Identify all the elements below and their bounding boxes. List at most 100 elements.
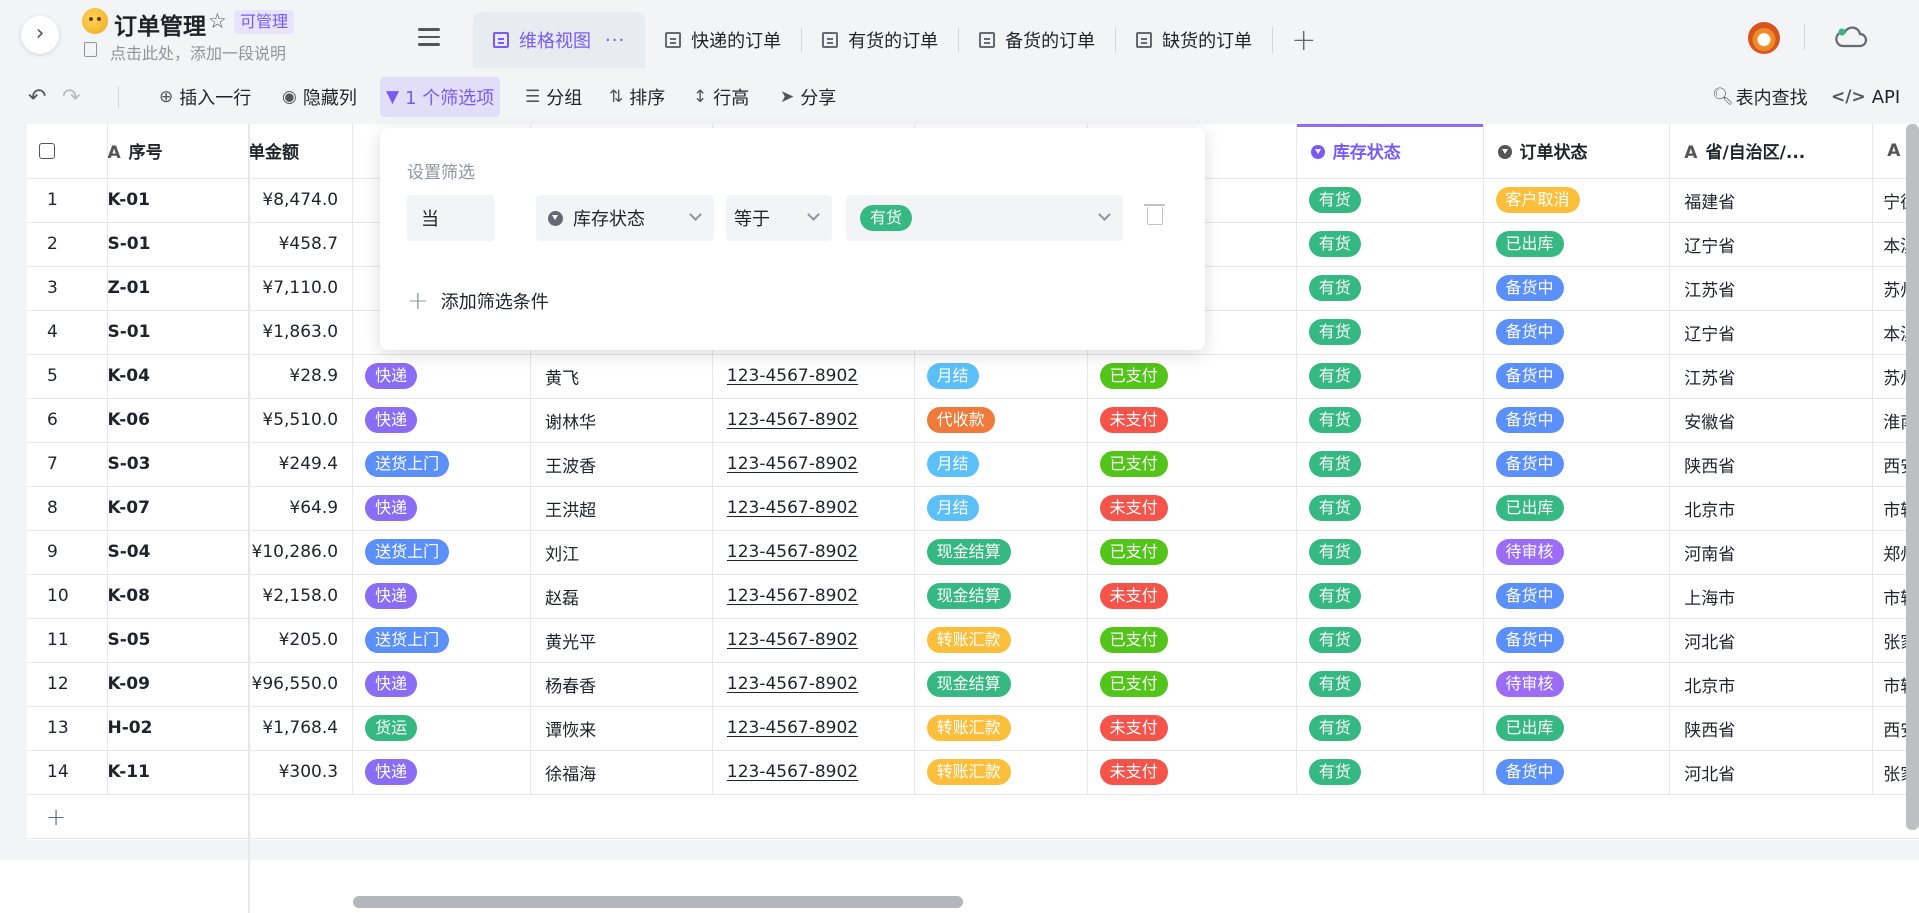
cell-province[interactable]: 江苏省 bbox=[1669, 266, 1874, 311]
cell-amount[interactable]: ¥249.4 bbox=[248, 442, 354, 487]
tab-express-orders[interactable]: 快递的订单 bbox=[645, 12, 801, 68]
table-row[interactable]: 7 S-03 bbox=[27, 442, 249, 487]
cell-province[interactable]: 北京市 bbox=[1669, 662, 1874, 707]
cell-stock[interactable]: 有货 bbox=[1296, 530, 1484, 575]
cell-stock[interactable]: 有货 bbox=[1296, 398, 1484, 443]
cell-ship[interactable]: 送货上门 bbox=[352, 618, 532, 663]
filter-field-select[interactable]: 库存状态 bbox=[536, 195, 714, 241]
cell-amount[interactable]: ¥1,768.4 bbox=[248, 706, 354, 751]
cloud-icon[interactable] bbox=[1834, 26, 1868, 50]
cell-amount[interactable]: ¥96,550.0 bbox=[248, 662, 354, 707]
cell-amount[interactable]: ¥205.0 bbox=[248, 618, 354, 663]
cell-order[interactable]: 已出库 bbox=[1483, 706, 1671, 751]
cell-name[interactable]: 黄飞 bbox=[530, 354, 713, 399]
cell-order[interactable]: 备货中 bbox=[1483, 442, 1671, 487]
cell-stock[interactable]: 有货 bbox=[1296, 178, 1484, 223]
cell-stock[interactable]: 有货 bbox=[1296, 750, 1484, 795]
table-row[interactable]: ¥300.3 快递 徐福海 123-4567-8902 转账汇款 未支付 有货 备货中 河北省张… bbox=[248, 750, 1919, 795]
cell-seq[interactable]: K-01 bbox=[107, 178, 249, 223]
add-filter-condition-button[interactable]: + 添加筛选条件 bbox=[407, 286, 549, 316]
api-button[interactable]: </> API bbox=[1831, 82, 1900, 112]
cell-name[interactable]: 刘江 bbox=[530, 530, 713, 575]
cell-pay[interactable]: 月结 bbox=[914, 354, 1088, 399]
cell-amount[interactable]: ¥458.7 bbox=[248, 222, 354, 267]
cell-name[interactable]: 黄光平 bbox=[530, 618, 713, 663]
tab-outofstock-orders[interactable]: 缺货的订单 bbox=[1116, 12, 1272, 68]
table-row[interactable]: 10 K-08 bbox=[27, 574, 249, 619]
cell-pay[interactable]: 月结 bbox=[914, 486, 1088, 531]
table-row[interactable]: 8 K-07 bbox=[27, 486, 249, 531]
cell-province[interactable]: 安徽省 bbox=[1669, 398, 1874, 443]
cell-seq[interactable]: K-11 bbox=[107, 750, 249, 795]
app-title[interactable]: 订单管理 bbox=[114, 7, 206, 41]
cell-seq[interactable]: S-03 bbox=[107, 442, 249, 487]
table-row[interactable]: ¥1,768.4 货运 谭恢来 123-4567-8902 转账汇款 未支付 有货 已出库 陕西… bbox=[248, 706, 1919, 751]
table-row[interactable]: 4 S-01 bbox=[27, 310, 249, 355]
cell-province[interactable]: 辽宁省 bbox=[1669, 222, 1874, 267]
tab-instock-orders[interactable]: 有货的订单 bbox=[802, 12, 958, 68]
cell-name[interactable]: 谢林华 bbox=[530, 398, 713, 443]
cell-province[interactable]: 河北省 bbox=[1669, 750, 1874, 795]
cell-name[interactable]: 谭恢来 bbox=[530, 706, 713, 751]
sort-button[interactable]: ⇅ 排序 bbox=[609, 82, 665, 112]
add-row-button[interactable]: + bbox=[27, 797, 1919, 839]
cell-paid[interactable]: 未支付 bbox=[1087, 486, 1297, 531]
app-emoji-icon[interactable] bbox=[82, 8, 108, 34]
description-input[interactable]: 点击此处，添加一段说明 bbox=[110, 40, 286, 64]
cell-amount[interactable]: ¥7,110.0 bbox=[248, 266, 354, 311]
cell-amount[interactable]: ¥5,510.0 bbox=[248, 398, 354, 443]
horizontal-scrollbar[interactable] bbox=[353, 896, 963, 908]
cell-pay[interactable]: 转账汇款 bbox=[914, 706, 1088, 751]
tab-grid-view[interactable]: 维格视图 ··· bbox=[473, 12, 646, 68]
cell-name[interactable]: 徐福海 bbox=[530, 750, 713, 795]
menu-icon[interactable] bbox=[418, 28, 440, 51]
cell-paid[interactable]: 已支付 bbox=[1087, 442, 1297, 487]
table-row[interactable]: 11 S-05 bbox=[27, 618, 249, 663]
cell-stock[interactable]: 有货 bbox=[1296, 442, 1484, 487]
column-header-order[interactable]: 订单状态 bbox=[1483, 124, 1671, 179]
cell-order[interactable]: 待审核 bbox=[1483, 530, 1671, 575]
find-in-table-button[interactable]: 🔍︎ 表内查找 bbox=[1712, 82, 1808, 112]
cell-paid[interactable]: 未支付 bbox=[1087, 398, 1297, 443]
cell-name[interactable]: 王波香 bbox=[530, 442, 713, 487]
column-header-stock[interactable]: 库存状态 bbox=[1296, 124, 1484, 179]
delete-condition-icon[interactable] bbox=[1144, 204, 1165, 225]
tab-preparing-orders[interactable]: 备货的订单 bbox=[959, 12, 1115, 68]
cell-seq[interactable]: S-01 bbox=[107, 310, 249, 355]
table-row[interactable]: ¥64.9 快递 王洪超 123-4567-8902 月结 未支付 有货 已出库 北京市 市辖 bbox=[248, 486, 1919, 531]
share-button[interactable]: ➤ 分享 bbox=[780, 82, 836, 112]
cell-seq[interactable]: K-07 bbox=[107, 486, 249, 531]
table-row[interactable]: ¥10,286.0 送货上门 刘江 123-4567-8902 现金结算 已支付 有货 待审核… bbox=[248, 530, 1919, 575]
cell-province[interactable]: 河北省 bbox=[1669, 618, 1874, 663]
cell-ship[interactable]: 快递 bbox=[352, 354, 532, 399]
cell-phone[interactable]: 123-4567-8902 bbox=[712, 750, 915, 795]
cell-ship[interactable]: 快递 bbox=[352, 662, 532, 707]
table-row[interactable]: 1 K-01 bbox=[27, 178, 249, 223]
table-row[interactable]: 12 K-09 bbox=[27, 662, 249, 707]
cell-amount[interactable]: ¥2,158.0 bbox=[248, 574, 354, 619]
column-header-province[interactable]: A 省/自治区/... bbox=[1669, 124, 1874, 179]
cell-pay[interactable]: 现金结算 bbox=[914, 574, 1088, 619]
cell-amount[interactable]: ¥8,474.0 bbox=[248, 178, 354, 223]
cell-order[interactable]: 备货中 bbox=[1483, 310, 1671, 355]
cell-province[interactable]: 福建省 bbox=[1669, 178, 1874, 223]
filter-operator-select[interactable]: 等于 bbox=[726, 195, 832, 241]
cell-ship[interactable]: 快递 bbox=[352, 574, 532, 619]
cell-stock[interactable]: 有货 bbox=[1296, 662, 1484, 707]
cell-amount[interactable]: ¥28.9 bbox=[248, 354, 354, 399]
cell-order[interactable]: 备货中 bbox=[1483, 398, 1671, 443]
cell-order[interactable]: 备货中 bbox=[1483, 750, 1671, 795]
cell-stock[interactable]: 有货 bbox=[1296, 618, 1484, 663]
cell-stock[interactable]: 有货 bbox=[1296, 222, 1484, 267]
cell-stock[interactable]: 有货 bbox=[1296, 266, 1484, 311]
hide-columns-button[interactable]: ◉ 隐藏列 bbox=[282, 82, 357, 112]
cell-phone[interactable]: 123-4567-8902 bbox=[712, 354, 915, 399]
add-view-button[interactable]: + bbox=[1273, 23, 1334, 58]
cell-pay[interactable]: 转账汇款 bbox=[914, 750, 1088, 795]
cell-paid[interactable]: 已支付 bbox=[1087, 618, 1297, 663]
cell-ship[interactable]: 快递 bbox=[352, 486, 532, 531]
cell-pay[interactable]: 月结 bbox=[914, 442, 1088, 487]
cell-paid[interactable]: 已支付 bbox=[1087, 662, 1297, 707]
cell-ship[interactable]: 快递 bbox=[352, 750, 532, 795]
cell-phone[interactable]: 123-4567-8902 bbox=[712, 398, 915, 443]
